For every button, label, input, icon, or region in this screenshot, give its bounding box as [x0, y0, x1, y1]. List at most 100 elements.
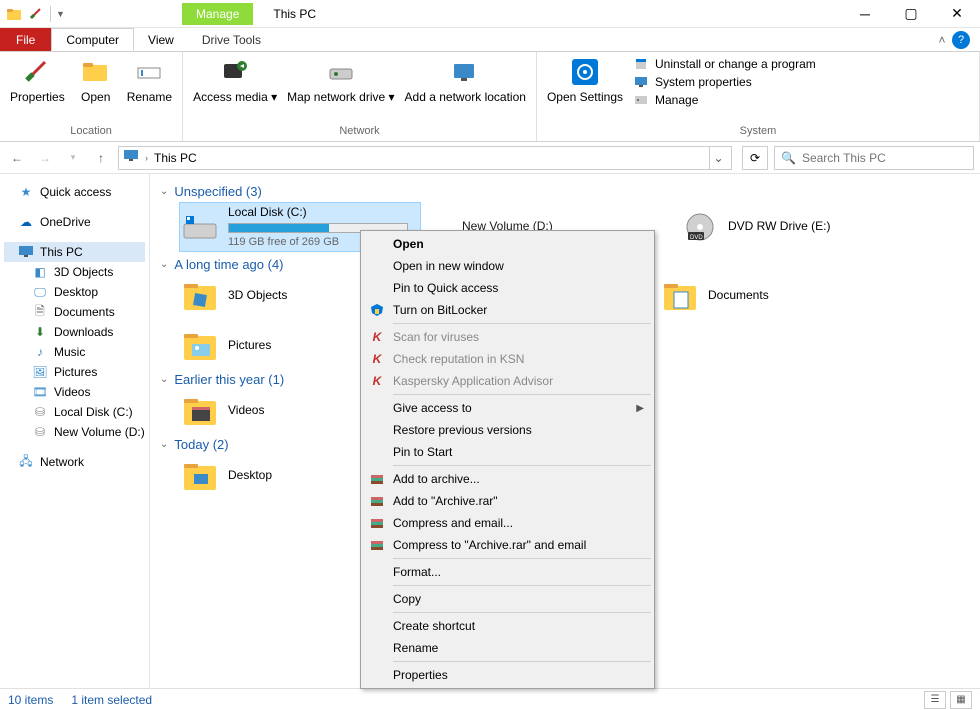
svg-text:DVD: DVD	[690, 235, 703, 241]
ctx-restore-versions[interactable]: Restore previous versions	[363, 419, 652, 441]
status-bar: 10 items 1 item selected ☰ ▦	[0, 688, 980, 710]
ctx-format[interactable]: Format...	[363, 561, 652, 583]
details-view-button[interactable]: ☰	[924, 691, 946, 709]
search-icon: 🔍	[781, 151, 796, 165]
rename-button[interactable]: Rename	[123, 54, 176, 106]
item-desktop-label: Desktop	[228, 468, 272, 484]
tree-local-disk-c[interactable]: ⛁Local Disk (C:)	[4, 402, 145, 422]
ctx-open[interactable]: Open	[363, 233, 652, 255]
item-desktop[interactable]: Desktop	[180, 456, 330, 496]
tree-music[interactable]: ♪Music	[4, 342, 145, 362]
properties-button[interactable]: Properties	[6, 54, 69, 106]
tree-videos[interactable]: 🎞Videos	[4, 382, 145, 402]
access-media-icon	[219, 56, 251, 88]
ctx-compress-rar-email[interactable]: Compress to "Archive.rar" and email	[363, 534, 652, 556]
refresh-button[interactable]: ⟳	[742, 146, 768, 170]
crumb-chevron-icon[interactable]: ›	[145, 153, 148, 163]
tree-this-pc[interactable]: This PC	[4, 242, 145, 262]
tree-quick-access[interactable]: ★Quick access	[4, 182, 145, 202]
ctx-check-ksn[interactable]: KCheck reputation in KSN	[363, 348, 652, 370]
tree-pictures[interactable]: 🖼Pictures	[4, 362, 145, 382]
open-settings-button[interactable]: Open Settings	[543, 54, 627, 106]
map-drive-button[interactable]: Map network drive ▾	[283, 54, 398, 106]
context-menu: Open Open in new window Pin to Quick acc…	[360, 230, 655, 689]
ctx-add-archive[interactable]: Add to archive...	[363, 468, 652, 490]
status-item-count: 10 items	[8, 693, 53, 707]
item-videos[interactable]: Videos	[180, 391, 330, 431]
tree-documents[interactable]: 🗎Documents	[4, 302, 145, 322]
cloud-icon: ☁	[18, 214, 34, 230]
tab-file[interactable]: File	[0, 28, 51, 51]
ribbon-collapse-icon[interactable]: ˄	[932, 33, 952, 47]
manage-button[interactable]: Manage	[633, 92, 816, 108]
ribbon-group-network-label: Network	[189, 125, 530, 139]
tree-downloads[interactable]: ⬇Downloads	[4, 322, 145, 342]
tree-onedrive[interactable]: ☁OneDrive	[4, 212, 145, 232]
maximize-button[interactable]: ▢	[888, 0, 934, 28]
up-button[interactable]: ↑	[90, 147, 112, 169]
add-location-button[interactable]: Add a network location	[401, 54, 530, 106]
tree-new-volume-d[interactable]: ⛁New Volume (D:)	[4, 422, 145, 442]
ctx-separator	[393, 465, 651, 466]
ctx-separator	[393, 323, 651, 324]
item-pictures[interactable]: Pictures	[180, 326, 330, 366]
sysprops-icon	[633, 74, 649, 90]
pc-icon	[18, 244, 34, 260]
winrar-icon	[369, 471, 385, 487]
ctx-pin-quick-access[interactable]: Pin to Quick access	[363, 277, 652, 299]
videos-icon: 🎞	[32, 384, 48, 400]
manage-contextual-tab[interactable]: Manage	[182, 3, 253, 25]
close-button[interactable]: ✕	[934, 0, 980, 28]
ctx-pin-start[interactable]: Pin to Start	[363, 441, 652, 463]
music-icon: ♪	[32, 344, 48, 360]
ctx-copy[interactable]: Copy	[363, 588, 652, 610]
window-title: This PC	[273, 7, 316, 21]
help-icon[interactable]: ?	[952, 31, 970, 49]
tree-3d-objects[interactable]: ◧3D Objects	[4, 262, 145, 282]
ctx-create-shortcut[interactable]: Create shortcut	[363, 615, 652, 637]
ctx-add-archive-rar[interactable]: Add to "Archive.rar"	[363, 490, 652, 512]
item-documents[interactable]: Documents	[660, 276, 840, 316]
qat-properties-icon[interactable]	[28, 6, 44, 22]
group-unspecified[interactable]: ⌄Unspecified (3)	[160, 178, 970, 203]
address-dropdown[interactable]: ⌄	[709, 147, 727, 169]
folder-videos-icon	[182, 393, 218, 429]
item-dvd-drive-e[interactable]: DVD DVD RW Drive (E:)	[680, 203, 880, 251]
tree-network[interactable]: 🖧Network	[4, 452, 145, 472]
minimize-button[interactable]: ─	[842, 0, 888, 28]
qat-dropdown-icon[interactable]: ▼	[50, 6, 66, 22]
navigation-bar: ← → ▾ ↑ › This PC ⌄ ⟳ 🔍	[0, 142, 980, 174]
uninstall-button[interactable]: Uninstall or change a program	[633, 56, 816, 72]
item-3d-objects[interactable]: 3D Objects	[180, 276, 330, 316]
chevron-down-icon: ⌄	[160, 259, 168, 270]
tab-drive-tools[interactable]: Drive Tools	[188, 28, 275, 51]
ctx-compress-email[interactable]: Compress and email...	[363, 512, 652, 534]
recent-dropdown[interactable]: ▾	[62, 147, 84, 169]
ctx-scan-viruses[interactable]: KScan for viruses	[363, 326, 652, 348]
breadcrumb[interactable]: This PC	[154, 151, 197, 165]
open-folder-icon	[80, 56, 112, 88]
back-button[interactable]: ←	[6, 147, 28, 169]
search-input[interactable]	[802, 151, 967, 165]
dvd-icon: DVD	[682, 209, 718, 245]
ctx-rename[interactable]: Rename	[363, 637, 652, 659]
open-button[interactable]: Open	[71, 54, 121, 106]
tab-view[interactable]: View	[134, 28, 188, 51]
tree-desktop[interactable]: 🖵Desktop	[4, 282, 145, 302]
tiles-view-button[interactable]: ▦	[950, 691, 972, 709]
item-videos-label: Videos	[228, 403, 264, 419]
address-bar[interactable]: › This PC ⌄	[118, 146, 732, 170]
map-drive-icon	[325, 56, 357, 88]
ctx-bitlocker[interactable]: Turn on BitLocker	[363, 299, 652, 321]
ctx-separator	[393, 558, 651, 559]
ctx-open-new-window[interactable]: Open in new window	[363, 255, 652, 277]
search-box[interactable]: 🔍	[774, 146, 974, 170]
access-media-button[interactable]: Access media ▾	[189, 54, 281, 106]
tab-computer[interactable]: Computer	[51, 28, 134, 51]
system-properties-button[interactable]: System properties	[633, 74, 816, 90]
ctx-kaspersky-advisor[interactable]: KKaspersky Application Advisor	[363, 370, 652, 392]
ctx-properties[interactable]: Properties	[363, 664, 652, 686]
ribbon-tabs: File Computer View Drive Tools ˄ ?	[0, 28, 980, 52]
ctx-give-access[interactable]: Give access to▶	[363, 397, 652, 419]
forward-button[interactable]: →	[34, 147, 56, 169]
